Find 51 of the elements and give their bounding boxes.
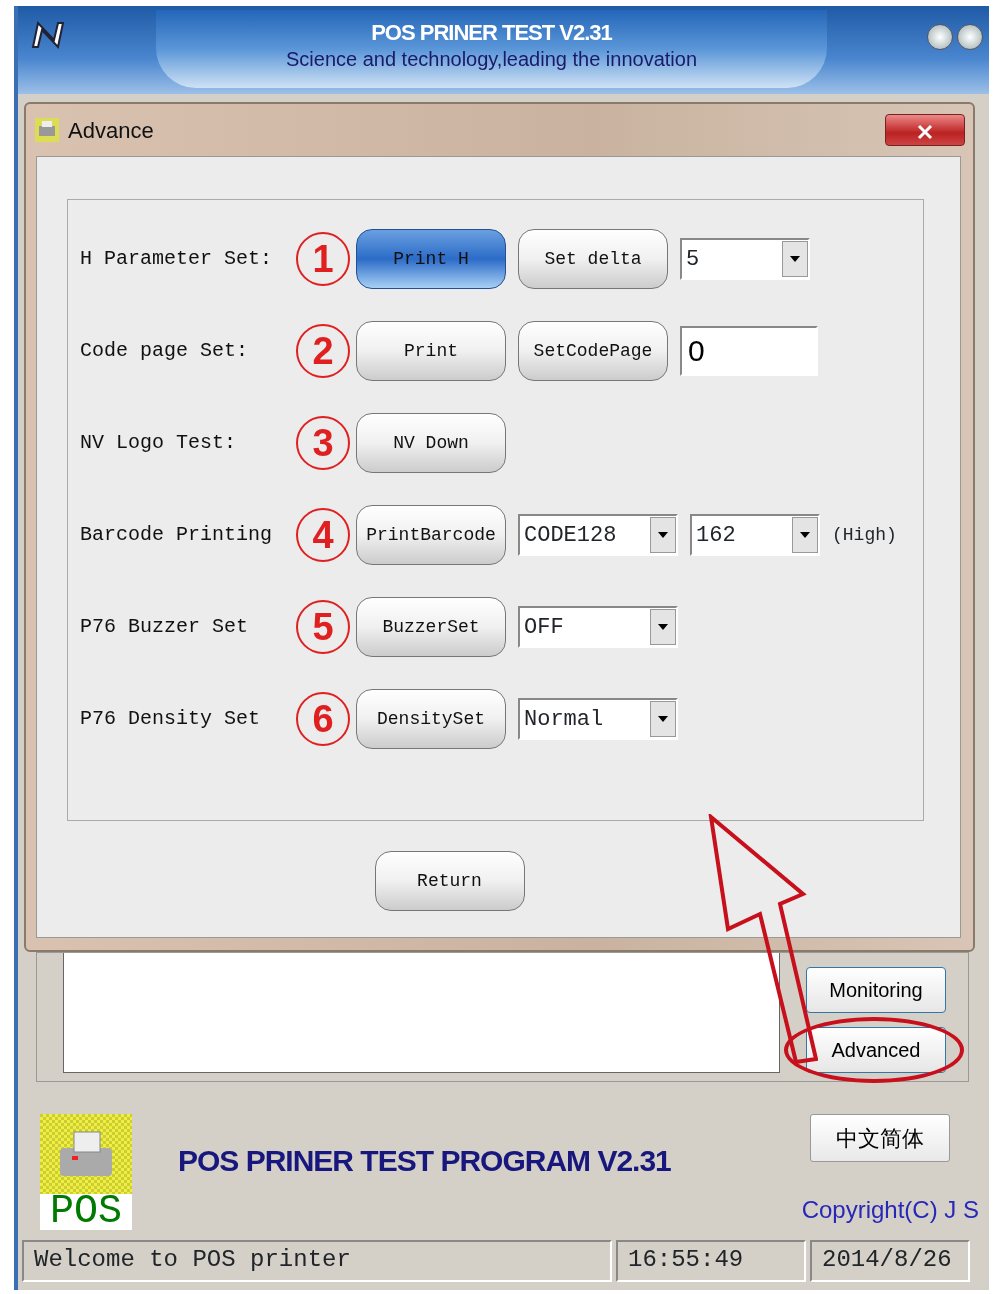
logo-text: POS <box>40 1194 132 1230</box>
return-button[interactable]: Return <box>374 851 525 911</box>
printer-logo-icon <box>40 1114 132 1194</box>
annotation-number: 3 <box>296 416 350 470</box>
close-button[interactable] <box>957 24 983 50</box>
dropdown-field[interactable]: Normal <box>518 698 678 740</box>
annotation-number: 4 <box>296 508 350 562</box>
action-button[interactable]: Print H <box>356 229 506 289</box>
dropdown-field[interactable]: 5 <box>680 238 810 280</box>
status-cell: Welcome to POS printer <box>22 1240 612 1282</box>
app-logo-icon <box>30 20 66 50</box>
dropdown-arrow-icon <box>657 715 669 723</box>
dropdown-arrow-icon <box>799 531 811 539</box>
program-title: POS PRINER TEST PROGRAM V2.31 <box>178 1143 671 1179</box>
status-cell: 2014/8/26 <box>810 1240 970 1282</box>
unit-label: (High) <box>832 523 897 547</box>
action-button[interactable]: Print <box>356 321 506 381</box>
action-button[interactable]: DensitySet <box>356 689 506 749</box>
action-button[interactable]: BuzzerSet <box>356 597 506 657</box>
action-button[interactable]: Set delta <box>518 229 668 289</box>
annotation-number: 2 <box>296 324 350 378</box>
dropdown-field[interactable]: OFF <box>518 606 678 648</box>
copyright-text: Copyright(C) J S <box>801 1195 979 1225</box>
dropdown-arrow-icon <box>789 255 801 263</box>
window-subtitle: Science and technology,leading the innovation <box>285 47 697 72</box>
action-button[interactable]: PrintBarcode <box>356 505 506 565</box>
printer-icon <box>34 117 60 143</box>
minimize-button[interactable] <box>927 24 953 50</box>
text-field[interactable]: 0 <box>680 326 818 376</box>
dropdown-field[interactable]: CODE128 <box>518 514 678 556</box>
language-button[interactable]: 中文简体 <box>810 1114 951 1162</box>
setting-label: Code page Set: <box>80 338 250 364</box>
dropdown-arrow-icon <box>657 531 669 539</box>
annotation-number: 6 <box>296 692 350 746</box>
setting-label: P76 Buzzer Set <box>80 614 250 640</box>
action-button[interactable]: NV Down <box>356 413 506 473</box>
setting-label: NV Logo Test: <box>80 430 238 456</box>
setting-label: Barcode Printing <box>80 522 274 548</box>
annotation-number: 5 <box>296 600 350 654</box>
setting-label: P76 Density Set <box>80 706 262 732</box>
window-title: POS PRINER TEST V2.31 <box>371 20 612 46</box>
status-cell: 16:55:49 <box>616 1240 806 1282</box>
annotation-number: 1 <box>296 232 350 286</box>
dropdown-field[interactable]: 162 <box>690 514 820 556</box>
setting-label: H Parameter Set: <box>80 246 274 272</box>
dialog-title: Advance <box>68 116 154 145</box>
close-button[interactable] <box>885 114 965 146</box>
dropdown-arrow-icon <box>657 623 669 631</box>
side-button[interactable]: Advanced <box>806 1027 946 1073</box>
side-button[interactable]: Monitoring <box>806 967 946 1013</box>
action-button[interactable]: SetCodePage <box>518 321 668 381</box>
